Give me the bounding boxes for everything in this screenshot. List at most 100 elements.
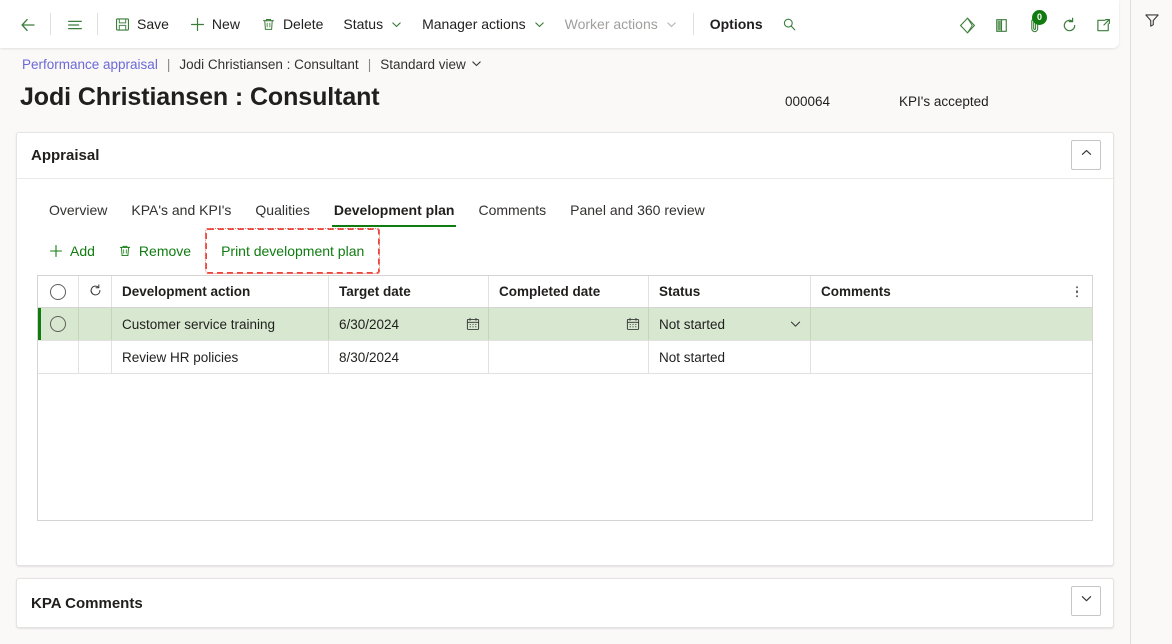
tab-development-plan[interactable]: Development plan — [322, 202, 467, 227]
save-button[interactable]: Save — [106, 8, 177, 40]
kpa-comments-panel: KPA Comments — [16, 578, 1114, 628]
show-hide-panel-icon — [992, 16, 1009, 33]
refresh-rows-icon[interactable] — [88, 283, 103, 301]
cell-development-action[interactable]: Review HR policies — [112, 341, 329, 373]
tab-qualities[interactable]: Qualities — [243, 202, 321, 227]
breadcrumb: Performance appraisal | Jodi Christianse… — [22, 57, 482, 72]
command-bar-divider-3 — [692, 13, 694, 35]
select-all-header-cell[interactable] — [38, 276, 79, 307]
save-floppy-icon — [114, 16, 131, 33]
dynamics-diamond-icon — [958, 16, 975, 34]
open-in-new-window-icon — [1094, 16, 1111, 33]
breadcrumb-separator: | — [166, 57, 171, 72]
filter-button[interactable] — [1136, 6, 1168, 38]
breadcrumb-separator: | — [367, 57, 372, 72]
cell-target-date[interactable]: 8/30/2024 — [329, 341, 489, 373]
show-hide-panel-button[interactable] — [983, 8, 1017, 40]
open-in-new-window-button[interactable] — [1085, 8, 1119, 40]
column-header-target-date[interactable]: Target date — [329, 276, 489, 307]
plus-icon — [48, 243, 64, 259]
grid-empty-area — [38, 374, 1092, 520]
command-bar-divider-2 — [97, 13, 98, 35]
chevron-down-icon — [1080, 592, 1093, 610]
print-development-plan-annotation-wrapper: Print development plan — [205, 228, 381, 274]
row-select-cell[interactable] — [38, 308, 79, 340]
breadcrumb-module-link[interactable]: Performance appraisal — [22, 57, 158, 72]
chevron-down-icon — [666, 19, 677, 30]
appraisal-panel-header: Appraisal — [17, 133, 1113, 179]
calendar-icon[interactable] — [466, 317, 480, 331]
cell-status[interactable]: Not started — [649, 308, 811, 340]
add-button[interactable]: Add — [39, 236, 104, 266]
record-id: 000064 — [785, 94, 831, 109]
appraisal-tabs: Overview KPA's and KPI's Qualities Devel… — [17, 187, 1113, 227]
attachments-button[interactable]: 0 — [1017, 8, 1051, 40]
appraisal-panel-title: Appraisal — [31, 147, 100, 164]
cell-comments[interactable] — [811, 341, 1092, 373]
table-row[interactable]: Review HR policies 8/30/2024 Not started — [38, 341, 1092, 374]
hamburger-menu-icon — [66, 16, 83, 33]
delete-button[interactable]: Delete — [252, 8, 331, 40]
dynamics-diamond-button[interactable] — [949, 8, 983, 40]
status-menu-label: Status — [343, 16, 384, 32]
new-button[interactable]: New — [181, 8, 248, 40]
tab-kpas-and-kpis[interactable]: KPA's and KPI's — [119, 202, 243, 227]
status-badge: KPI's accepted — [899, 94, 989, 109]
cell-development-action[interactable]: Customer service training — [112, 308, 329, 340]
calendar-icon[interactable] — [626, 317, 640, 331]
table-row[interactable]: Customer service training 6/30/2024 Not … — [38, 308, 1092, 341]
breadcrumb-record: Jodi Christiansen : Consultant — [179, 57, 359, 72]
chevron-down-icon — [391, 19, 402, 30]
view-selector[interactable]: Standard view — [380, 57, 482, 72]
cell-completed-date[interactable] — [489, 341, 649, 373]
remove-label: Remove — [138, 243, 192, 259]
column-header-comments-label: Comments — [821, 284, 891, 299]
grid-options-kebab-icon[interactable] — [1070, 285, 1084, 298]
cell-completed-date[interactable] — [489, 308, 649, 340]
column-header-status[interactable]: Status — [649, 276, 811, 307]
status-menu-button[interactable]: Status — [335, 8, 410, 40]
appraisal-collapse-button[interactable] — [1071, 140, 1101, 170]
cell-status[interactable]: Not started — [649, 341, 811, 373]
chevron-down-icon[interactable] — [789, 318, 802, 331]
cell-comments[interactable] — [811, 308, 1092, 340]
manager-actions-menu-button[interactable]: Manager actions — [414, 8, 553, 40]
navigation-pane-button[interactable] — [57, 8, 91, 40]
back-arrow-icon — [19, 16, 36, 33]
new-label: New — [211, 16, 240, 32]
search-icon — [781, 16, 798, 33]
search-button[interactable] — [773, 8, 807, 40]
options-button[interactable]: Options — [702, 8, 771, 40]
column-header-completed-date[interactable]: Completed date — [489, 276, 649, 307]
row-select-cell[interactable] — [38, 341, 79, 373]
column-header-development-action[interactable]: Development action — [112, 276, 329, 307]
tab-panel-and-360-review[interactable]: Panel and 360 review — [558, 202, 717, 227]
kpa-comments-title: KPA Comments — [31, 594, 143, 612]
print-development-plan-button[interactable]: Print development plan — [212, 236, 373, 266]
main-column: Save New Delete Status Manager actions W… — [0, 0, 1130, 644]
chevron-down-icon — [471, 57, 482, 72]
refresh-button[interactable] — [1051, 8, 1085, 40]
back-button[interactable] — [10, 8, 44, 40]
tab-overview[interactable]: Overview — [37, 202, 119, 227]
command-bar-divider-1 — [50, 13, 51, 35]
row-indicator-cell — [79, 341, 112, 373]
refresh-icon — [1060, 16, 1077, 33]
row-indicator-cell — [79, 308, 112, 340]
row-select-radio-icon[interactable] — [50, 316, 66, 332]
cell-target-date[interactable]: 6/30/2024 — [329, 308, 489, 340]
cell-status-value: Not started — [659, 316, 726, 332]
plus-icon — [189, 16, 206, 33]
options-label: Options — [709, 16, 763, 32]
attachment-count-badge: 0 — [1032, 10, 1047, 25]
remove-button[interactable]: Remove — [108, 236, 200, 266]
kpa-comments-expand-button[interactable] — [1071, 586, 1101, 616]
select-all-radio-icon[interactable] — [50, 283, 66, 300]
column-header-comments[interactable]: Comments — [811, 276, 1092, 307]
kpa-comments-header: KPA Comments — [17, 579, 1113, 627]
tab-comments[interactable]: Comments — [466, 202, 558, 227]
worker-actions-menu-button[interactable]: Worker actions — [557, 8, 685, 40]
manager-actions-label: Manager actions — [422, 16, 526, 32]
chevron-up-icon — [1080, 146, 1093, 164]
view-selector-label: Standard view — [380, 57, 466, 72]
